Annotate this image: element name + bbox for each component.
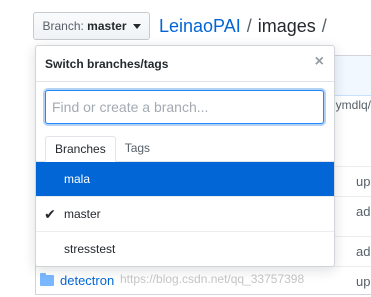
dropdown-header: Switch branches/tags × (36, 46, 334, 82)
current-branch: master (87, 19, 127, 33)
branch-item-label: stresstest (64, 242, 116, 256)
file-row-detectron[interactable]: detectron (40, 270, 114, 290)
current-path: images (257, 16, 316, 36)
tab-tags[interactable]: Tags (116, 135, 159, 161)
repo-link[interactable]: LeinaoPAI (159, 16, 241, 36)
branch-select-button[interactable]: Branch: master (33, 12, 150, 40)
file-name[interactable]: detectron (60, 273, 114, 288)
filter-container (36, 82, 334, 133)
branch-item-label: mala (64, 172, 91, 186)
tab-branches[interactable]: Branches (45, 136, 116, 162)
close-icon[interactable]: × (315, 54, 324, 70)
row-age: up (356, 174, 371, 189)
watermark: https://blog.csdn.net/qq_33757398 (120, 272, 305, 286)
branch-label: Branch: (42, 19, 84, 33)
breadcrumb-separator: / (321, 16, 327, 36)
commit-header-fragment: ymdlq/ (335, 98, 371, 112)
dropdown-tabs: Branches Tags (36, 133, 334, 162)
row-age: up (356, 274, 371, 289)
breadcrumb: LeinaoPAI / images / (159, 14, 333, 38)
row-age: ad (356, 244, 371, 259)
branch-item-master[interactable]: ✔ master (36, 197, 334, 232)
branch-item-stresstest[interactable]: stresstest (36, 232, 334, 266)
branch-item-mala[interactable]: mala (36, 162, 334, 197)
check-icon: ✔ (44, 205, 56, 222)
branch-dropdown: Switch branches/tags × Branches Tags mal… (35, 45, 335, 267)
branch-filter-input[interactable] (45, 90, 324, 124)
row-age: ad (356, 204, 371, 219)
breadcrumb-separator: / (246, 16, 252, 36)
branch-item-label: master (64, 207, 101, 221)
dropdown-title: Switch branches/tags (45, 56, 169, 71)
caret-down-icon (132, 23, 141, 29)
folder-icon (40, 272, 54, 286)
